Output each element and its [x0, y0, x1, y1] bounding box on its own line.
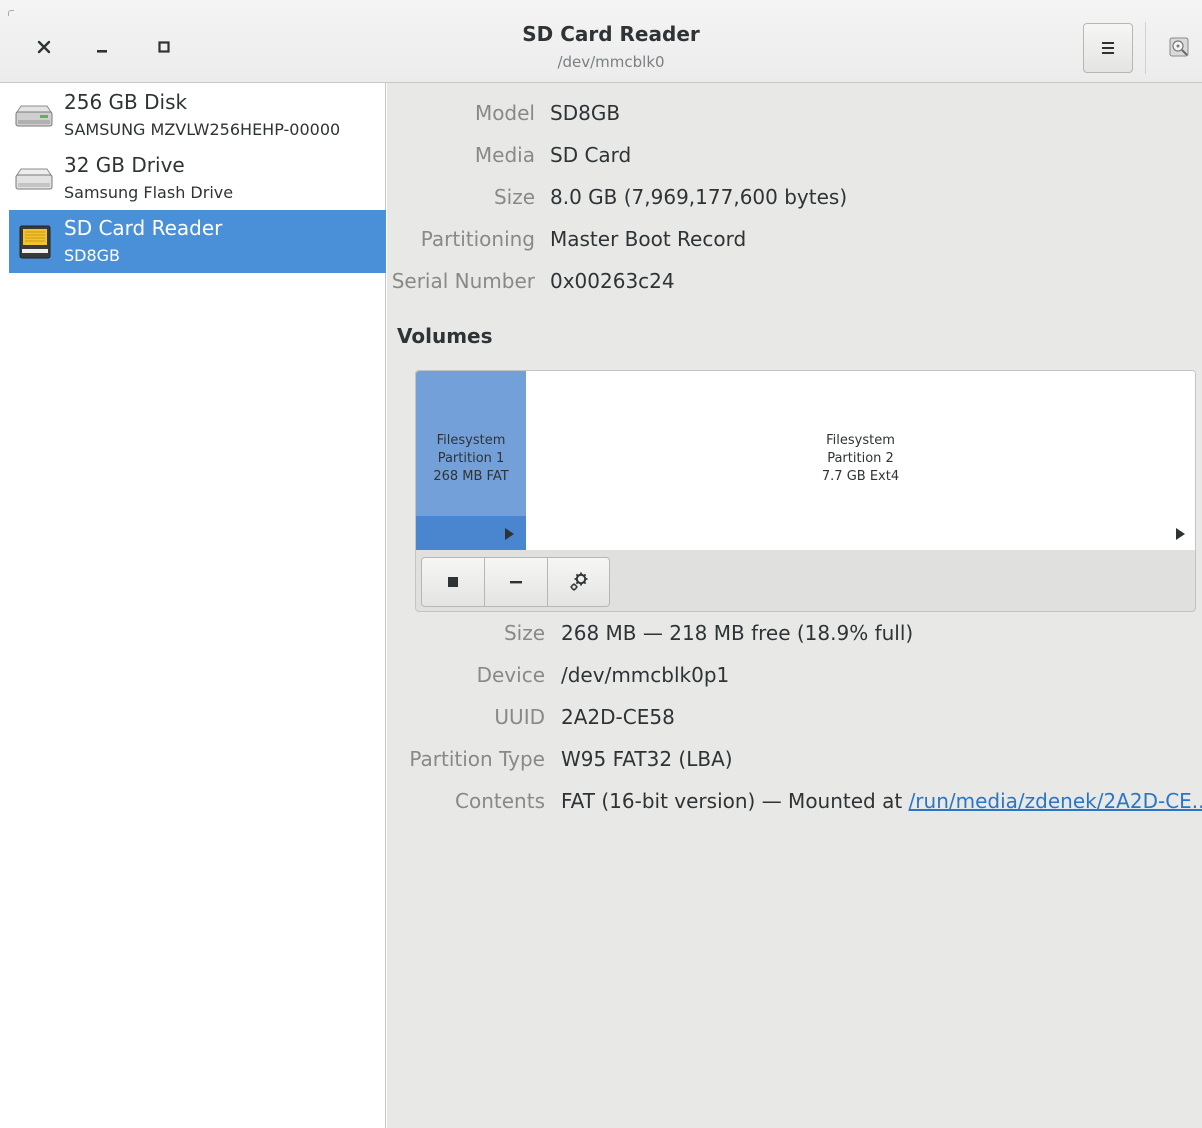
disk-image-icon	[1169, 37, 1189, 57]
model-value: SD8GB	[550, 101, 621, 125]
partition-1-size: 268 MB FAT	[433, 469, 509, 484]
drive-item-32gb-drive[interactable]: 32 GB Drive Samsung Flash Drive	[9, 147, 386, 210]
uuid-value: 2A2D-CE58	[561, 705, 675, 729]
partition-settings-button[interactable]	[548, 558, 609, 606]
uuid-label: UUID	[494, 705, 545, 729]
hamburger-menu-icon	[1102, 42, 1114, 54]
play-arrow-icon	[505, 528, 514, 540]
contents-text: FAT (16-bit version) — Mounted at	[561, 789, 909, 813]
drive-item-sd-card-reader[interactable]: SD Card Reader SD8GB	[9, 210, 386, 273]
size-label: Size	[493, 185, 535, 209]
window-corner	[8, 10, 14, 16]
contents-label: Contents	[455, 789, 545, 813]
partition-1-name: Partition 1	[437, 451, 505, 466]
window-subtitle: /dev/mmcblk0	[557, 53, 665, 71]
volume-grid: Filesystem Partition 1 268 MB FAT Filesy…	[416, 371, 1195, 550]
drive-details-pane: Model SD8GB Media SD Card Size 8.0 GB (7…	[387, 83, 1202, 1128]
delete-partition-button[interactable]	[485, 558, 548, 606]
partition-1-type: Filesystem	[436, 433, 506, 448]
partition-2-type: Filesystem	[826, 433, 895, 448]
drive-detail: SAMSUNG MZVLW256HEHP-00000	[64, 120, 341, 139]
volume-size-label: Size	[503, 621, 545, 645]
usb-drive-icon	[15, 168, 53, 190]
device-value: /dev/mmcblk0p1	[561, 663, 730, 687]
partitioning-value: Master Boot Record	[550, 227, 747, 251]
partition-2-size: 7.7 GB Ext4	[821, 469, 900, 484]
drive-name: 32 GB Drive	[64, 153, 185, 177]
partition-2-name: Partition 2	[827, 451, 894, 466]
window-title: SD Card Reader	[522, 22, 700, 46]
partition-type-value: W95 FAT32 (LBA)	[561, 747, 733, 771]
partition-type-label: Partition Type	[409, 747, 545, 771]
drive-list: 256 GB Disk SAMSUNG MZVLW256HEHP-00000 3…	[0, 83, 386, 1128]
partition-2-block[interactable]: Filesystem Partition 2 7.7 GB Ext4	[526, 371, 1195, 550]
serial-number-value: 0x00263c24	[550, 269, 675, 293]
volume-toolbar	[421, 557, 610, 607]
unmount-button[interactable]	[422, 558, 485, 606]
header-bar: SD Card Reader /dev/mmcblk0	[0, 0, 1202, 83]
device-label: Device	[476, 663, 545, 687]
volume-grid-frame: Filesystem Partition 1 268 MB FAT Filesy…	[415, 370, 1196, 612]
drive-detail: Samsung Flash Drive	[64, 183, 234, 202]
gears-icon	[569, 572, 587, 591]
media-value: SD Card	[550, 143, 632, 167]
header-separator	[1145, 22, 1146, 74]
size-value: 8.0 GB (7,969,177,600 bytes)	[550, 185, 848, 209]
drive-item-256gb-disk[interactable]: 256 GB Disk SAMSUNG MZVLW256HEHP-00000	[9, 84, 386, 147]
contents-value: FAT (16-bit version) — Mounted at /run/m…	[561, 789, 1202, 813]
media-label: Media	[474, 143, 535, 167]
sd-card-icon	[19, 225, 51, 259]
drive-name: 256 GB Disk	[64, 90, 188, 114]
play-arrow-icon	[1176, 528, 1185, 540]
volumes-heading: Volumes	[397, 324, 493, 348]
mount-point-link[interactable]: /run/media/zdenek/2A2D-CE...	[909, 789, 1202, 813]
model-label: Model	[474, 101, 535, 125]
partition-1-block[interactable]: Filesystem Partition 1 268 MB FAT	[416, 371, 526, 550]
partitioning-label: Partitioning	[420, 227, 535, 251]
stop-icon	[448, 577, 458, 587]
menu-button[interactable]	[1083, 23, 1133, 73]
partition-1-label: Filesystem Partition 1 268 MB FAT	[416, 432, 526, 486]
partition-2-label: Filesystem Partition 2 7.7 GB Ext4	[526, 432, 1195, 486]
disk-image-button[interactable]	[1166, 34, 1192, 60]
drive-name: SD Card Reader	[64, 216, 223, 240]
volume-size-value: 268 MB — 218 MB free (18.9% full)	[561, 621, 914, 645]
hard-disk-icon	[15, 105, 53, 127]
minus-icon	[510, 581, 522, 584]
drive-detail: SD8GB	[64, 246, 121, 265]
serial-number-label: Serial Number	[391, 269, 535, 293]
